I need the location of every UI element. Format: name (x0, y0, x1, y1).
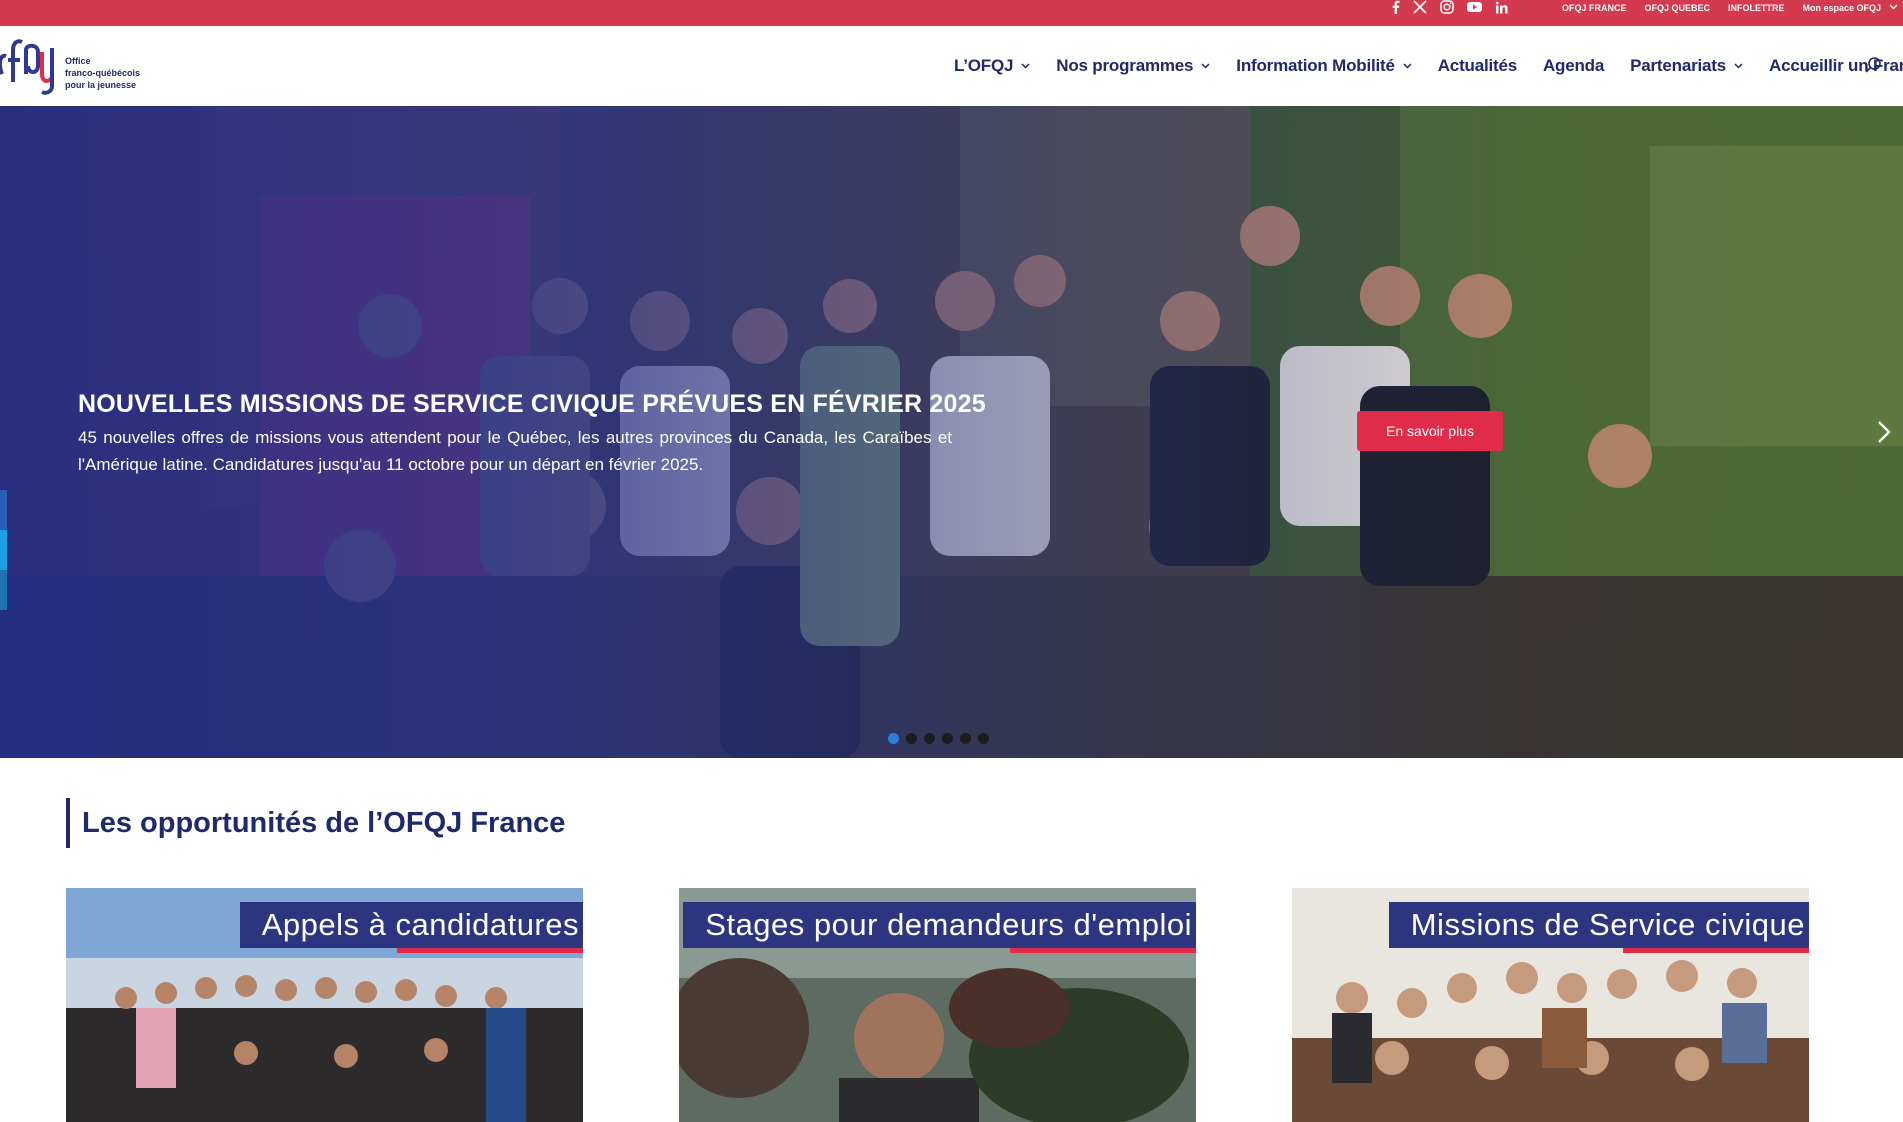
card-label: Missions de Service civique (1388, 902, 1809, 953)
instagram-icon[interactable] (1440, 0, 1454, 14)
top-link-ofqj-france[interactable]: OFQJ FRANCE (1562, 3, 1627, 13)
youtube-icon[interactable] (1467, 1, 1482, 13)
chevron-down-icon (1021, 63, 1030, 69)
top-links: OFQJ FRANCE OFQJ QUEBEC INFOLETTRE Mon e… (1562, 3, 1898, 13)
linkedin-icon[interactable] (1495, 1, 1508, 14)
social-links (1392, 0, 1508, 14)
hero-title: NOUVELLES MISSIONS DE SERVICE CIVIQUE PR… (78, 390, 986, 418)
nav-item-actualites[interactable]: Actualités (1438, 56, 1517, 76)
chevron-right-icon (1878, 421, 1891, 443)
slider-dot[interactable] (924, 733, 935, 744)
hero-slider: NOUVELLES MISSIONS DE SERVICE CIVIQUE PR… (0, 106, 1903, 758)
side-share-tab[interactable] (0, 490, 7, 530)
site-header: Office franco-québécois pour la jeunesse… (0, 26, 1903, 106)
ofqj-logo[interactable]: Office franco-québécois pour la jeunesse (0, 34, 145, 98)
logo-line-3: pour la jeunesse (65, 80, 137, 90)
side-share-tab[interactable] (0, 530, 7, 570)
top-link-mon-espace[interactable]: Mon espace OFQJ (1803, 3, 1898, 13)
card-label: Appels à candidatures (239, 902, 583, 953)
nav-item-lofqj[interactable]: L’OFQJ (954, 56, 1030, 76)
nav-label: Partenariats (1630, 56, 1726, 75)
slider-dot[interactable] (888, 733, 899, 744)
top-link-ofqj-quebec[interactable]: OFQJ QUEBEC (1645, 3, 1711, 13)
card-label: Stages pour demandeurs d'emploi (683, 902, 1196, 953)
nav-label: Actualités (1437, 56, 1517, 75)
facebook-icon[interactable] (1392, 0, 1400, 14)
nav-item-agenda[interactable]: Agenda (1543, 56, 1604, 76)
chevron-down-icon (1734, 63, 1743, 69)
nav-label: Accueillir un Français (1769, 56, 1903, 75)
ofqj-logo-mark (0, 39, 54, 95)
chevron-down-icon (1403, 63, 1412, 69)
nav-item-information-mobilite[interactable]: Information Mobilité (1236, 56, 1412, 76)
side-share-tab[interactable] (0, 570, 7, 610)
main-nav: L’OFQJ Nos programmes Information Mobili… (954, 56, 1903, 76)
chevron-down-icon (1201, 63, 1210, 69)
next-slide-button[interactable] (1876, 418, 1892, 451)
slider-dot[interactable] (942, 733, 953, 744)
nav-label: Information Mobilité (1236, 56, 1395, 75)
chevron-down-icon (1889, 4, 1898, 10)
nav-item-accueillir-un-francais[interactable]: Accueillir un Français (1769, 56, 1903, 76)
logo-line-1: Office (65, 56, 91, 66)
search-icon (1865, 57, 1881, 73)
card-appels-a-candidatures[interactable]: Appels à candidatures (66, 888, 583, 1122)
nav-label: L’OFQJ (954, 56, 1014, 75)
hero-description: 45 nouvelles offres de missions vous att… (78, 428, 952, 474)
section-title: Les opportunités de l’OFQJ France (66, 798, 565, 848)
slider-dot[interactable] (960, 733, 971, 744)
card-missions-service-civique[interactable]: Missions de Service civique (1292, 888, 1809, 1122)
top-bar: OFQJ FRANCE OFQJ QUEBEC INFOLETTRE Mon e… (0, 0, 1903, 26)
logo-text: Office franco-québécois pour la jeunesse (65, 55, 140, 91)
x-icon[interactable] (1413, 0, 1427, 14)
slider-dots (888, 733, 989, 744)
slider-dot[interactable] (978, 733, 989, 744)
learn-more-button[interactable]: En savoir plus (1357, 411, 1503, 451)
nav-item-partenariats[interactable]: Partenariats (1630, 56, 1743, 76)
top-link-infolettre[interactable]: INFOLETTRE (1728, 3, 1785, 13)
search-button[interactable] (1864, 56, 1882, 79)
nav-label: Nos programmes (1056, 56, 1194, 75)
logo-line-2: franco-québécois (65, 68, 141, 78)
nav-label: Agenda (1542, 56, 1605, 75)
mon-espace-label: Mon espace OFQJ (1802, 3, 1882, 13)
card-stages-demandeurs-emploi[interactable]: Stages pour demandeurs d'emploi (679, 888, 1196, 1122)
slider-dot[interactable] (906, 733, 917, 744)
nav-item-nos-programmes[interactable]: Nos programmes (1056, 56, 1210, 76)
